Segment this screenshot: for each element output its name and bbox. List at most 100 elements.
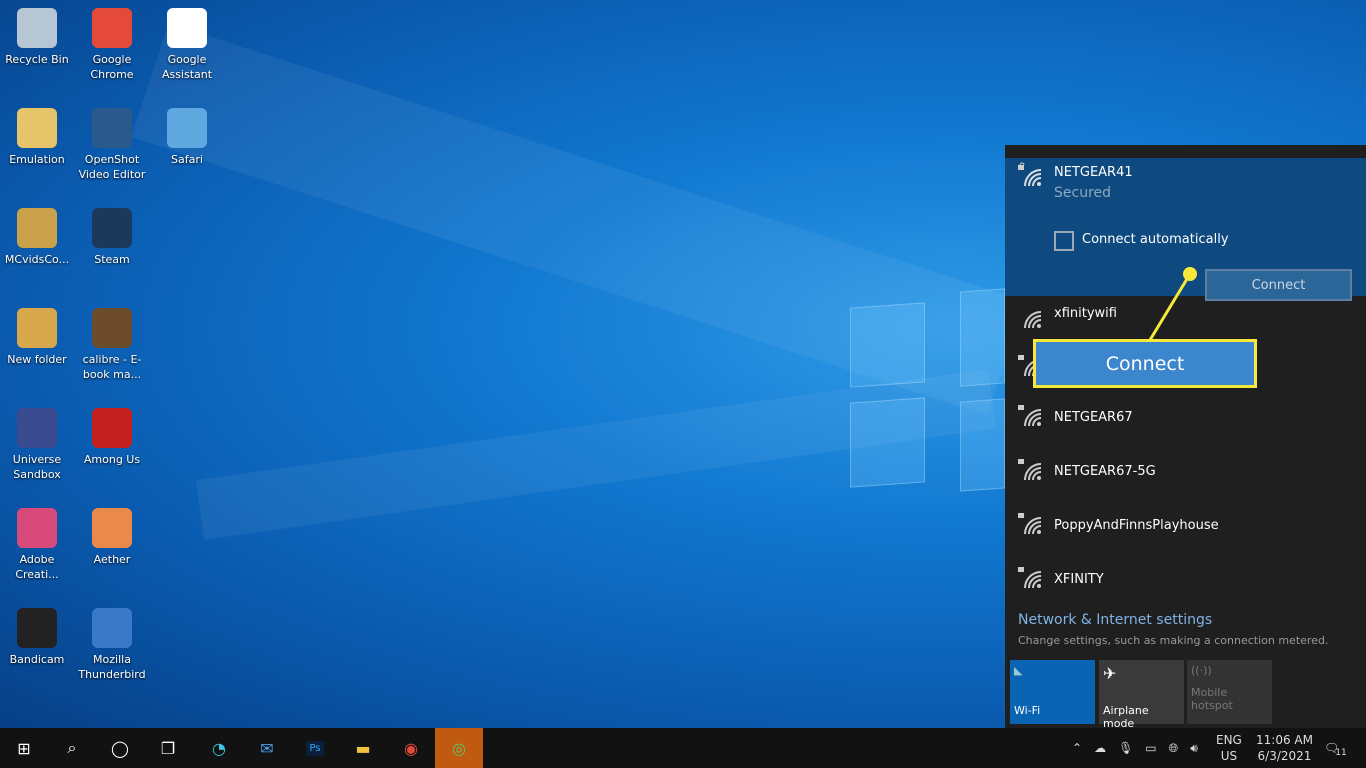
secured-wifi-icon <box>1018 567 1042 589</box>
app-icon <box>92 8 132 48</box>
desktop-icon[interactable]: Adobe Creati... <box>0 508 74 582</box>
secured-wifi-icon <box>1018 513 1042 535</box>
app-icon <box>17 608 57 648</box>
network-name: NETGEAR67 <box>1054 410 1133 425</box>
network-item[interactable]: xfinitywifi <box>1005 290 1366 340</box>
desktop-icon[interactable]: Recycle Bin <box>0 8 74 67</box>
photoshop-icon[interactable]: Ps <box>291 728 339 768</box>
chrome-icon[interactable]: ◉ <box>387 728 435 768</box>
tile-label: Airplane mode <box>1103 704 1149 730</box>
desktop-icon[interactable]: Steam <box>75 208 149 267</box>
desktop-icon[interactable]: Google Chrome <box>75 8 149 82</box>
date: 6/3/2021 <box>1257 749 1312 763</box>
app-icon <box>167 108 207 148</box>
app-icon <box>92 208 132 248</box>
network-settings-link[interactable]: Network & Internet settings <box>1018 612 1212 628</box>
network-name: xfinitywifi <box>1054 306 1117 321</box>
battery-icon[interactable]: ▭ <box>1145 741 1156 755</box>
tile-label: Wi-Fi <box>1014 704 1041 717</box>
network-globe-icon[interactable]: 🌐︎ <box>1169 741 1179 756</box>
start-icon[interactable]: ⊞ <box>0 728 48 768</box>
desktop-icon[interactable]: Google Assistant <box>150 8 224 82</box>
airplane-icon: ✈ <box>1103 664 1117 683</box>
desktop-icon-label: Among Us <box>83 453 141 466</box>
network-settings-description: Change settings, such as making a connec… <box>1018 634 1329 647</box>
connect-automatically-label: Connect automatically <box>1082 232 1229 247</box>
desktop-icon-label: Google Assistant <box>161 53 213 81</box>
wifi-icon: ◣ <box>1014 664 1023 677</box>
network-name: XFINITY <box>1054 572 1104 587</box>
desktop-icon[interactable]: Universe Sandbox <box>0 408 74 482</box>
desktop-icon-label: OpenShot Video Editor <box>78 153 146 181</box>
desktop-icon[interactable]: Aether <box>75 508 149 567</box>
desktop-icon[interactable]: Among Us <box>75 408 149 467</box>
search-icon[interactable]: ⌕ <box>48 728 96 768</box>
network-status: Secured <box>1054 185 1112 201</box>
airplane-mode-tile[interactable]: ✈ Airplane mode <box>1099 660 1184 730</box>
desktop-icon-label: Universe Sandbox <box>12 453 62 481</box>
tile-label: Mobile hotspot <box>1191 686 1233 712</box>
desktop-icon[interactable]: Bandicam <box>0 608 74 667</box>
cortana-icon[interactable]: ◯ <box>96 728 144 768</box>
edge-icon[interactable]: ◔ <box>195 728 243 768</box>
language-indicator[interactable]: ENG US <box>1216 728 1242 768</box>
app-icon <box>17 508 57 548</box>
desktop-icon-label: Steam <box>94 253 130 266</box>
network-name: PoppyAndFinnsPlayhouse <box>1054 518 1219 533</box>
clock[interactable]: 11:06 AM 6/3/2021 <box>1256 728 1313 768</box>
mail-icon[interactable]: ✉ <box>243 728 291 768</box>
network-item[interactable]: NETGEAR67 <box>1005 394 1366 444</box>
desktop-icon-label: Recycle Bin <box>5 53 69 66</box>
taskbar: ⊞ ⌕ ◯ ❐ ◔ ✉ Ps ▬ ◉ ◎ ⌃ ☁ 🎙︎ ▭ 🌐︎ 🔊︎ ENG US 11:06 A… <box>0 728 1366 768</box>
network-item[interactable]: XFINITY <box>1005 556 1366 606</box>
wifi-tile[interactable]: ◣ Wi-Fi <box>1010 660 1095 724</box>
lang-top: ENG <box>1216 733 1242 747</box>
hotspot-icon: ((·)) <box>1191 664 1212 677</box>
desktop-icon[interactable]: calibre - E-book ma... <box>75 308 149 382</box>
app-icon <box>17 108 57 148</box>
app-icon <box>92 408 132 448</box>
app-icon <box>92 508 132 548</box>
browser-icon[interactable]: ◎ <box>435 728 483 768</box>
desktop-icon[interactable]: Emulation <box>0 108 74 167</box>
volume-icon[interactable]: 🔊︎ <box>1190 741 1198 756</box>
time: 11:06 AM <box>1256 733 1313 747</box>
onedrive-icon[interactable]: ☁ <box>1094 741 1106 755</box>
app-icon <box>17 8 57 48</box>
action-center-button[interactable]: 🗨︎ 11 <box>1324 728 1354 768</box>
desktop-icon-label: Mozilla Thunderbird <box>78 653 146 681</box>
desktop-icon[interactable]: Safari <box>150 108 224 167</box>
microphone-icon[interactable]: 🎙︎ <box>1118 741 1133 755</box>
show-hidden-icons-chevron-icon[interactable]: ⌃ <box>1072 741 1082 755</box>
network-item[interactable]: PoppyAndFinnsPlayhouse <box>1005 502 1366 552</box>
network-flyout: NETGEAR41 Secured Connect automatically … <box>1005 145 1366 730</box>
notification-count: 11 <box>1335 748 1347 758</box>
app-icon <box>17 408 57 448</box>
desktop-icon-label: calibre - E-book ma... <box>82 353 142 381</box>
connect-automatically-checkbox[interactable] <box>1054 231 1074 251</box>
app-icon <box>17 308 57 348</box>
desktop-icon-label: MCvidsCo... <box>4 253 70 266</box>
app-icon <box>92 108 132 148</box>
network-item-selected[interactable]: NETGEAR41 Secured Connect automatically … <box>1005 158 1366 301</box>
secured-wifi-icon <box>1018 405 1042 427</box>
network-name: NETGEAR41 <box>1054 165 1133 180</box>
desktop-icon[interactable]: OpenShot Video Editor <box>75 108 149 182</box>
desktop-icon[interactable]: MCvidsCo... <box>0 208 74 267</box>
secured-wifi-icon <box>1018 459 1042 481</box>
windows-logo-wallpaper <box>850 288 1005 492</box>
task-view-icon[interactable]: ❐ <box>144 728 192 768</box>
desktop-icon-label: Safari <box>171 153 203 166</box>
desktop-icon-label: Bandicam <box>9 653 65 666</box>
desktop-icon-label: New folder <box>7 353 67 366</box>
network-item[interactable]: NETGEAR67-5G <box>1005 448 1366 498</box>
app-icon <box>167 8 207 48</box>
connect-callout: Connect <box>1033 339 1257 388</box>
desktop-icon-label: Adobe Creati... <box>15 553 59 581</box>
desktop-icon-label: Aether <box>93 553 131 566</box>
file-explorer-icon[interactable]: ▬ <box>339 728 387 768</box>
desktop-icon[interactable]: Mozilla Thunderbird <box>75 608 149 682</box>
mobile-hotspot-tile[interactable]: ((·)) Mobile hotspot <box>1187 660 1272 724</box>
lang-bottom: US <box>1220 749 1238 763</box>
desktop-icon[interactable]: New folder <box>0 308 74 367</box>
